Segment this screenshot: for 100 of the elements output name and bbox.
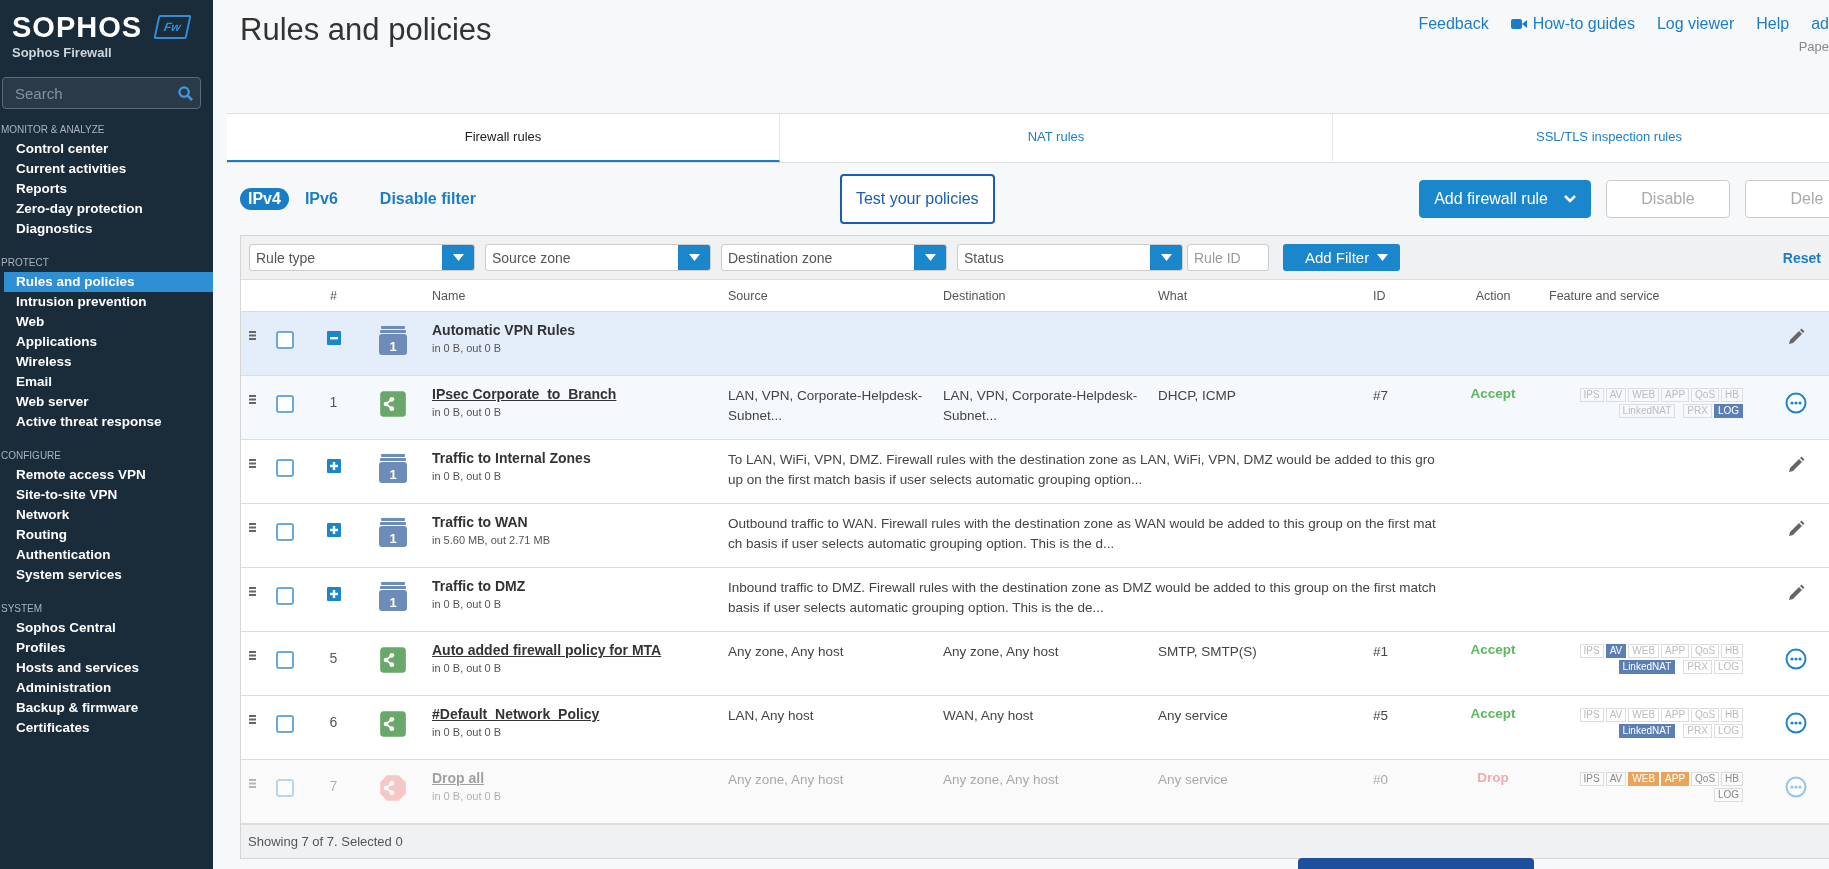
column-header: # [329, 289, 338, 303]
edit-icon[interactable] [1786, 456, 1805, 474]
nav-item[interactable]: Applications [4, 332, 213, 352]
edit-icon[interactable] [1786, 328, 1805, 346]
reset-link[interactable]: Reset [1782, 249, 1821, 266]
drag-handle-icon[interactable] [248, 459, 256, 468]
expand-icon[interactable] [326, 587, 341, 601]
test-policies-button[interactable]: Test your policies [839, 174, 995, 224]
nav-item[interactable]: Authentication [4, 545, 213, 565]
nav-item[interactable]: Network [4, 505, 213, 525]
filter-dropdown[interactable]: Source zone [485, 244, 711, 271]
header-link[interactable]: Log viewer [1656, 15, 1735, 33]
ip-version-toggle[interactable]: IPv4 [240, 188, 289, 210]
disable-filter-link[interactable]: Disable filter [379, 190, 476, 208]
destination-cell-text: LAN, VPN, Corporate-Helpdesk-Subnet... [942, 387, 1139, 425]
rule-number: 6 [328, 713, 339, 730]
page-title: Rules and policies [240, 12, 492, 49]
header-link[interactable]: Feedback [1418, 15, 1489, 33]
share-icon [378, 710, 407, 738]
service-cell-text: Any service [1157, 771, 1229, 789]
nav-item[interactable]: Current activities [4, 159, 213, 179]
more-button[interactable] [1784, 392, 1807, 414]
drag-handle-icon[interactable] [248, 523, 256, 532]
nav-item[interactable]: Reports [4, 179, 213, 199]
drag-handle-icon[interactable] [248, 395, 256, 404]
row-checkbox[interactable] [275, 651, 294, 669]
feature-badge: LinkedNAT [1618, 724, 1676, 738]
nav-item[interactable]: Remote access VPN [4, 465, 213, 485]
header-link[interactable]: ad [1811, 15, 1829, 33]
rule-name-link[interactable]: #Default_Network_Policy [432, 706, 712, 722]
add-filter-button[interactable]: Add Filter [1283, 244, 1401, 271]
filter-dropdown[interactable]: Destination zone [721, 244, 947, 271]
drag-handle-icon[interactable] [248, 587, 256, 596]
search-field[interactable]: Search [2, 77, 201, 109]
source-cell-text: LAN, VPN, Corporate-Helpdesk-Subnet... [727, 387, 924, 425]
traffic-text: in 0 B, out 0 B [432, 342, 503, 354]
header-link[interactable]: How-to guides [1510, 15, 1635, 33]
collapse-icon[interactable] [326, 331, 341, 345]
rule-id-field[interactable]: Rule ID [1187, 244, 1269, 271]
nav-item[interactable]: Zero-day protection [4, 199, 213, 219]
row-checkbox[interactable] [275, 715, 294, 733]
feature-badge: LinkedNAT [1618, 660, 1676, 674]
feature-badge: HB [1721, 644, 1743, 658]
nav-item[interactable]: Web [4, 312, 213, 332]
nav-item[interactable]: Site-to-site VPN [4, 485, 213, 505]
edit-icon[interactable] [1786, 520, 1805, 538]
nav-item[interactable]: Email [4, 372, 213, 392]
nav-item[interactable]: Web server [4, 392, 213, 412]
feature-badge: LOG [1713, 660, 1743, 674]
ip-version-toggle[interactable]: IPv6 [296, 188, 346, 210]
feature-badge: APP [1661, 708, 1690, 722]
nav-item[interactable]: Profiles [4, 638, 213, 658]
tab[interactable]: NAT rules [780, 114, 1333, 162]
column-header: Name [431, 289, 467, 303]
row-checkbox[interactable] [275, 395, 294, 413]
traffic-text: in 0 B, out 0 B [432, 790, 503, 802]
expand-icon[interactable] [326, 459, 341, 473]
more-button[interactable] [1784, 712, 1807, 734]
traffic-text: in 0 B, out 0 B [432, 598, 503, 610]
nav-item[interactable]: Hosts and services [4, 658, 213, 678]
rule-name-link[interactable]: IPsec Corporate_to_Branch [432, 386, 712, 402]
filter-dropdown[interactable]: Rule type [249, 244, 475, 271]
nav-item[interactable]: System services [4, 565, 213, 585]
share-icon [378, 390, 407, 418]
more-button[interactable] [1784, 648, 1807, 670]
nav-item[interactable]: Active threat response [4, 412, 213, 432]
nav-item[interactable]: Intrusion prevention [4, 292, 213, 312]
nav-item[interactable]: Administration [4, 678, 213, 698]
nav-item[interactable]: Diagnostics [4, 219, 213, 239]
tab[interactable]: Firewall rules [227, 114, 780, 162]
tab[interactable]: SSL/TLS inspection rules [1333, 114, 1829, 162]
nav-item[interactable]: Backup & firmware [4, 698, 213, 718]
filter-dropdown[interactable]: Status [957, 244, 1183, 271]
header-link[interactable]: Help [1756, 15, 1790, 33]
feature-badge: QoS [1691, 644, 1720, 658]
nav-item[interactable]: Wireless [4, 352, 213, 372]
traffic-text: in 5.60 MB, out 2.71 MB [432, 534, 551, 546]
group-description: Outbound traffic to WAN. Firewall rules with the destination zone as WAN would be added to this group on the first match basis if user selects automatic grouping option. This is the d... [727, 515, 1437, 553]
section-title: MONITOR & ANALYZE [0, 124, 106, 135]
nav-item[interactable]: Sophos Central [4, 618, 213, 638]
traffic-text: in 0 B, out 0 B [432, 406, 503, 418]
drag-handle-icon[interactable] [248, 651, 256, 660]
row-checkbox[interactable] [275, 523, 294, 541]
feature-badge: WEB [1628, 772, 1660, 786]
expand-icon[interactable] [326, 523, 341, 537]
row-checkbox[interactable] [275, 587, 294, 605]
drag-handle-icon[interactable] [248, 715, 256, 724]
drag-handle-icon[interactable] [248, 331, 256, 340]
row-checkbox[interactable] [275, 459, 294, 477]
row-checkbox[interactable] [275, 331, 294, 349]
nav-item[interactable]: Control center [4, 139, 213, 159]
nav-item[interactable]: Routing [4, 525, 213, 545]
action-cell-text: Accept [1469, 705, 1517, 721]
edit-icon[interactable] [1786, 584, 1805, 602]
feature-badge: AV [1605, 388, 1627, 402]
rule-name-link[interactable]: Auto added firewall policy for MTA [432, 642, 712, 658]
column-header: What [1157, 289, 1189, 303]
source-cell-text: Any zone, Any host [727, 771, 845, 789]
action-button[interactable]: Add firewall rule [1419, 180, 1591, 218]
nav-item[interactable]: Certificates [4, 718, 213, 738]
